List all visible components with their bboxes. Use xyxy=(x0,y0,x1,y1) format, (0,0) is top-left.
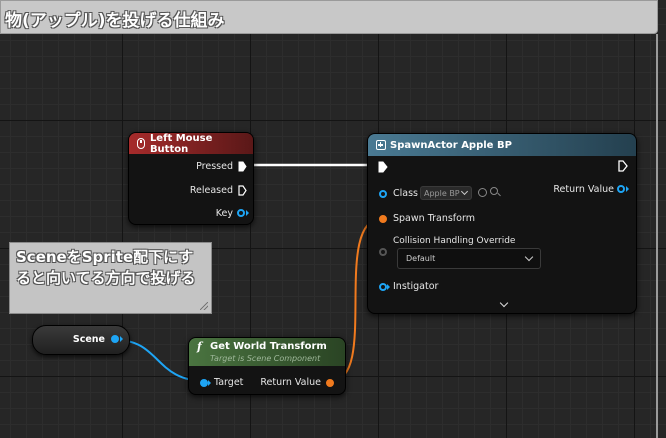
class-label: Class xyxy=(393,188,418,199)
scene-label: Scene xyxy=(72,334,105,345)
key-pin[interactable] xyxy=(237,209,245,217)
pin-arrow-icon xyxy=(208,380,211,386)
chevron-down-icon xyxy=(460,187,469,196)
note-comment[interactable]: SceneをSprite配下にすると向いてる方向で投げる xyxy=(9,242,212,314)
collision-dropdown[interactable]: Default xyxy=(397,248,541,269)
return-value-pin[interactable] xyxy=(326,379,334,387)
resize-handle-icon[interactable] xyxy=(200,302,208,310)
node-subtitle: Target is Scene Component xyxy=(210,354,321,363)
class-pin[interactable] xyxy=(379,190,387,198)
instigator-label: Instigator xyxy=(393,281,439,292)
chevron-down-icon xyxy=(524,252,534,262)
spawn-icon xyxy=(376,140,386,150)
node-header[interactable]: SpawnActor Apple BP xyxy=(368,134,636,156)
spawn-transform-pin[interactable] xyxy=(379,215,387,223)
note-text: SceneをSprite配下にすると向いてる方向で投げる xyxy=(16,248,196,287)
key-label: Key xyxy=(215,208,233,219)
use-selected-icon[interactable] xyxy=(478,188,487,197)
target-label: Target xyxy=(214,377,244,388)
function-icon: f xyxy=(197,340,202,353)
return-value-label: Return Value xyxy=(553,184,614,195)
pin-arrow-icon xyxy=(387,284,390,290)
blueprint-graph[interactable]: 物(アップル)を投げる仕組み SceneをSprite配下にすると向いてる方向で… xyxy=(0,0,666,438)
pressed-label: Pressed xyxy=(196,161,233,172)
scene-variable-node[interactable]: Scene xyxy=(32,325,130,355)
spawn-actor-node[interactable]: SpawnActor Apple BP Class Apple BP Retur… xyxy=(367,133,637,314)
left-mouse-button-node[interactable]: Left Mouse Button Pressed Released Key xyxy=(128,132,254,225)
node-title: Get World Transform xyxy=(210,341,327,352)
pin-arrow-icon xyxy=(246,210,249,216)
class-select-value: Apple BP xyxy=(424,188,460,198)
exec-in-pin[interactable] xyxy=(378,161,388,173)
pressed-exec-pin[interactable] xyxy=(238,161,247,172)
mouse-icon xyxy=(137,138,145,149)
released-label: Released xyxy=(189,185,233,196)
target-pin[interactable] xyxy=(200,379,208,387)
node-header[interactable]: Left Mouse Button xyxy=(129,132,253,155)
spawn-transform-label: Spawn Transform xyxy=(393,213,475,224)
instigator-pin[interactable] xyxy=(379,283,387,291)
node-title: Left Mouse Button xyxy=(149,132,213,155)
collision-pin[interactable] xyxy=(379,248,387,256)
collision-value: Default xyxy=(406,254,436,263)
pin-arrow-icon xyxy=(626,186,629,192)
get-world-transform-node[interactable]: f Get World Transform Target is Scene Co… xyxy=(188,337,346,395)
pin-arrow-icon xyxy=(120,336,123,342)
expand-chevron-icon[interactable] xyxy=(499,298,509,308)
scene-out-pin[interactable] xyxy=(111,335,119,343)
released-exec-pin[interactable] xyxy=(238,185,247,196)
node-header[interactable]: f Get World Transform Target is Scene Co… xyxy=(189,338,345,366)
collision-label: Collision Handling Override xyxy=(393,236,516,246)
return-value-label: Return Value xyxy=(260,377,321,388)
node-title: SpawnActor Apple BP xyxy=(390,139,512,151)
search-icon-handle xyxy=(497,192,501,197)
return-value-pin[interactable] xyxy=(617,185,625,193)
class-select[interactable]: Apple BP xyxy=(420,186,472,200)
exec-out-pin[interactable] xyxy=(618,160,628,172)
